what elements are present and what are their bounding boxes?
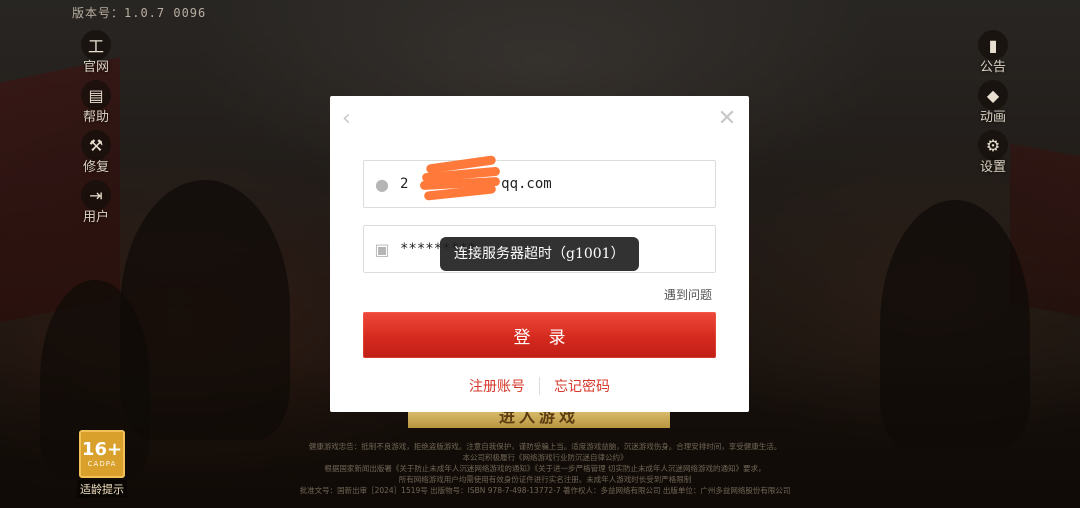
animation-button[interactable]: ◆ 动画 — [973, 80, 1013, 125]
problem-link[interactable]: 遇到问题 — [664, 286, 712, 303]
official-site-label: 官网 — [82, 60, 109, 75]
notice-line: 本公司积极履行《网络游戏行业防沉迷自律公约》 — [462, 453, 628, 462]
forgot-password-link[interactable]: 忘记密码 — [554, 376, 610, 396]
age-rating-number: 16+ — [81, 439, 123, 460]
lock-icon: ▣ — [374, 239, 390, 259]
settings-label: 设置 — [979, 160, 1006, 175]
help-label: 帮助 — [82, 110, 109, 125]
notice-line: 批准文号：国新出审［2024］1519号 出版物号：ISBN 978-7-498… — [299, 486, 791, 495]
age-rating-box: 16+ CADPA — [79, 430, 125, 478]
repair-label: 修复 — [82, 160, 109, 175]
back-chevron-icon[interactable]: ‹ — [342, 108, 358, 130]
notice-line: 根据国家新闻出版署《关于防止未成年人沉迷网络游戏的通知》《关于进一步严格管理 切… — [324, 464, 766, 473]
age-rating-label: 适龄提示 — [77, 480, 127, 498]
settings-button[interactable]: ⚙ 设置 — [973, 130, 1013, 175]
register-link[interactable]: 注册账号 — [469, 376, 525, 396]
link-divider — [539, 377, 540, 395]
close-icon[interactable]: ✕ — [717, 108, 737, 130]
official-site-button[interactable]: 工 官网 — [76, 30, 116, 75]
age-rating-badge[interactable]: 16+ CADPA 适龄提示 — [77, 430, 127, 498]
animation-label: 动画 — [979, 110, 1006, 125]
user-button[interactable]: ⇥ 用户 — [76, 180, 116, 225]
version-label: 版本号：1.0.7 0096 — [72, 6, 207, 20]
notice-line: 健康游戏忠告：抵制不良游戏，拒绝盗版游戏。注意自我保护，谨防受骗上当。适度游戏益… — [308, 442, 782, 451]
help-button[interactable]: ▤ 帮助 — [76, 80, 116, 125]
repair-button[interactable]: ⚒ 修复 — [76, 130, 116, 175]
age-rating-org: CADPA — [87, 460, 117, 468]
user-label: 用户 — [82, 210, 109, 225]
error-toast: 连接服务器超时（g1001） — [440, 237, 639, 271]
notice-line: 所有网络游戏用户均需使用有效身份证件进行实名注册。未成年人游戏时长受到严格限制 — [398, 475, 692, 484]
announcement-label: 公告 — [979, 60, 1006, 75]
username-field[interactable]: ● — [363, 160, 716, 208]
account-links: 注册账号 忘记密码 — [330, 376, 749, 396]
health-notice: 健康游戏忠告：抵制不良游戏，拒绝盗版游戏。注意自我保护，谨防受骗上当。适度游戏益… — [230, 441, 860, 496]
login-button[interactable]: 登录 — [363, 312, 716, 358]
user-icon: ● — [375, 174, 389, 194]
announcement-button[interactable]: ▮ 公告 — [973, 30, 1013, 75]
username-input[interactable] — [400, 176, 700, 192]
